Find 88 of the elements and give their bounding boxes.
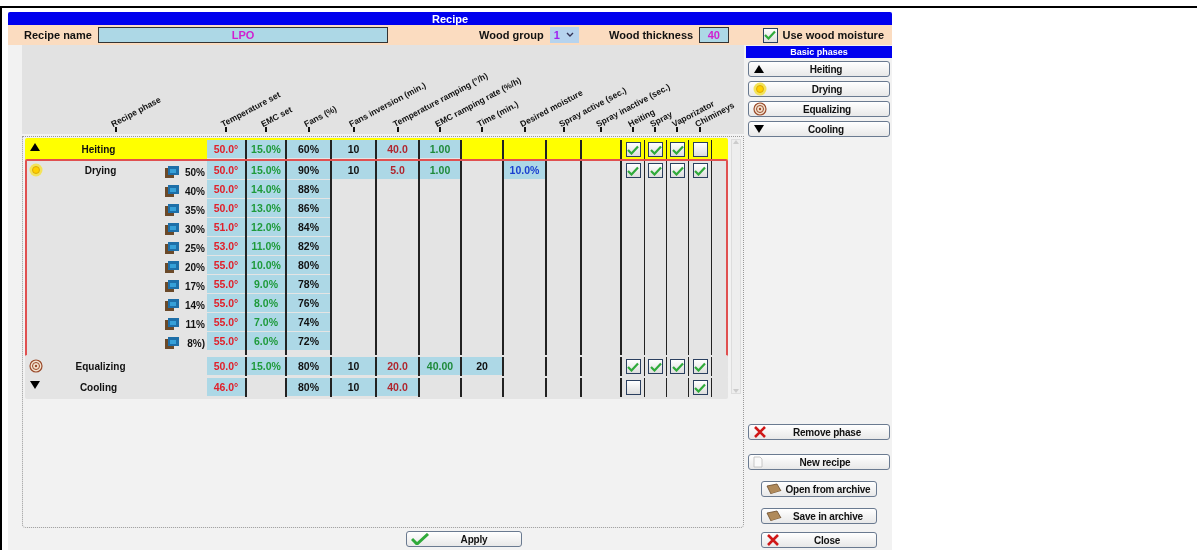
phase-button[interactable]: Drying: [748, 81, 890, 97]
value-cell[interactable]: 15.0%: [247, 161, 285, 180]
moisture-label: 8%): [186, 338, 205, 349]
field-label: Wood group: [479, 29, 544, 41]
value-cell[interactable]: 14.0%: [247, 180, 285, 199]
phase-row[interactable]: Cooling 46.0° 80% 10 40.0: [25, 376, 728, 399]
phase-button[interactable]: Equalizing: [748, 101, 890, 117]
value-cell[interactable]: 50.0°: [207, 180, 245, 199]
value-cell[interactable]: 55.0°: [207, 294, 245, 313]
value-cell[interactable]: 15.0%: [247, 140, 285, 159]
value-cell[interactable]: 40.0: [377, 140, 418, 159]
phase-name: Drying: [83, 165, 118, 176]
value-cell[interactable]: 88%: [287, 180, 330, 199]
action-button[interactable]: New recipe: [748, 454, 890, 470]
field-label: Recipe name: [24, 29, 92, 41]
moisture-label: 35%: [184, 205, 205, 216]
moisture-label: 25%: [184, 243, 205, 254]
field-label: Wood thickness: [609, 29, 694, 41]
value-cell[interactable]: 12.0%: [247, 218, 285, 237]
action-button[interactable]: Open from archive: [761, 481, 877, 497]
wood-group-select[interactable]: 1: [549, 27, 580, 43]
value-cell[interactable]: 60%: [287, 140, 330, 159]
action-button[interactable]: Remove phase: [748, 424, 890, 440]
value-cell[interactable]: 1.00: [420, 161, 460, 180]
wood-thickness-field[interactable]: 40: [699, 27, 729, 43]
value-cell[interactable]: 10: [332, 161, 375, 180]
value-cell[interactable]: 76%: [287, 294, 330, 313]
value-cell[interactable]: 50.0°: [207, 140, 245, 159]
value-cell[interactable]: 10: [332, 140, 375, 159]
moisture-label: 17%: [184, 281, 205, 292]
moisture-label: 30%: [184, 224, 205, 235]
value-cell[interactable]: 55.0°: [207, 275, 245, 294]
value-cell[interactable]: 80%: [287, 256, 330, 275]
window-title: Recipe: [8, 12, 892, 25]
value-cell[interactable]: 55.0°: [207, 313, 245, 332]
value-cell[interactable]: 10.0%: [247, 256, 285, 275]
value-cell[interactable]: 74%: [287, 313, 330, 332]
phase-name: Cooling: [78, 382, 119, 393]
value-cell[interactable]: 20: [462, 357, 502, 376]
value-cell[interactable]: 80%: [287, 357, 330, 376]
value-cell[interactable]: 51.0°: [207, 218, 245, 237]
action-button[interactable]: Save in archive: [761, 508, 877, 524]
value-cell[interactable]: 8.0%: [247, 294, 285, 313]
moisture-label: 11%: [184, 319, 205, 330]
value-cell[interactable]: 82%: [287, 237, 330, 256]
value-cell[interactable]: 50.0°: [207, 357, 245, 376]
phase-name: Heiting: [80, 144, 117, 155]
value-cell[interactable]: 78%: [287, 275, 330, 294]
checkbox-label: Use wood moisture: [782, 29, 884, 41]
apply-button[interactable]: Apply: [406, 531, 522, 547]
value-cell[interactable]: 53.0°: [207, 237, 245, 256]
value-cell[interactable]: 46.0°: [207, 378, 245, 397]
value-cell[interactable]: 72%: [287, 332, 330, 351]
value-cell[interactable]: 9.0%: [247, 275, 285, 294]
value-cell[interactable]: 40.00: [420, 357, 460, 376]
value-cell[interactable]: 40.0: [377, 378, 418, 397]
phase-button[interactable]: Cooling: [748, 121, 890, 137]
moisture-label: 50%: [184, 167, 205, 178]
phase-name: Equalizing: [74, 361, 127, 372]
value-cell[interactable]: 5.0: [377, 161, 418, 180]
value-cell[interactable]: 1.00: [420, 140, 460, 159]
value-cell[interactable]: 86%: [287, 199, 330, 218]
value-cell[interactable]: 50.0°: [207, 161, 245, 180]
phase-button[interactable]: Heiting: [748, 61, 890, 77]
phase-row[interactable]: Heiting 50.0° 15.0% 60% 10 40.0 1.00: [25, 138, 728, 161]
value-cell[interactable]: 10: [332, 357, 375, 376]
value-cell[interactable]: 10: [332, 378, 375, 397]
moisture-label: 40%: [184, 186, 205, 197]
value-cell[interactable]: 55.0°: [207, 332, 245, 351]
value-cell[interactable]: 20.0: [377, 357, 418, 376]
moisture-label: 20%: [184, 262, 205, 273]
value-cell[interactable]: 15.0%: [247, 357, 285, 376]
column-header: Fans (%): [301, 103, 338, 129]
recipe-name-field[interactable]: LPO: [97, 27, 389, 43]
value-cell[interactable]: 55.0°: [207, 256, 245, 275]
value-cell[interactable]: 6.0%: [247, 332, 285, 351]
value-cell[interactable]: 50.0°: [207, 199, 245, 218]
phase-row[interactable]: Equalizing 50.0° 15.0% 80% 10 20.0 40.00 20: [25, 355, 728, 378]
value-cell[interactable]: 7.0%: [247, 313, 285, 332]
value-cell[interactable]: 11.0%: [247, 237, 285, 256]
value-cell[interactable]: 13.0%: [247, 199, 285, 218]
close-button[interactable]: Close: [761, 532, 877, 548]
value-cell[interactable]: 84%: [287, 218, 330, 237]
value-cell[interactable]: 90%: [287, 161, 330, 180]
section-title: Basic phases: [746, 46, 892, 58]
moisture-label: 14%: [184, 300, 205, 311]
value-cell[interactable]: 80%: [287, 378, 330, 397]
value-cell[interactable]: 10.0%: [504, 161, 545, 180]
